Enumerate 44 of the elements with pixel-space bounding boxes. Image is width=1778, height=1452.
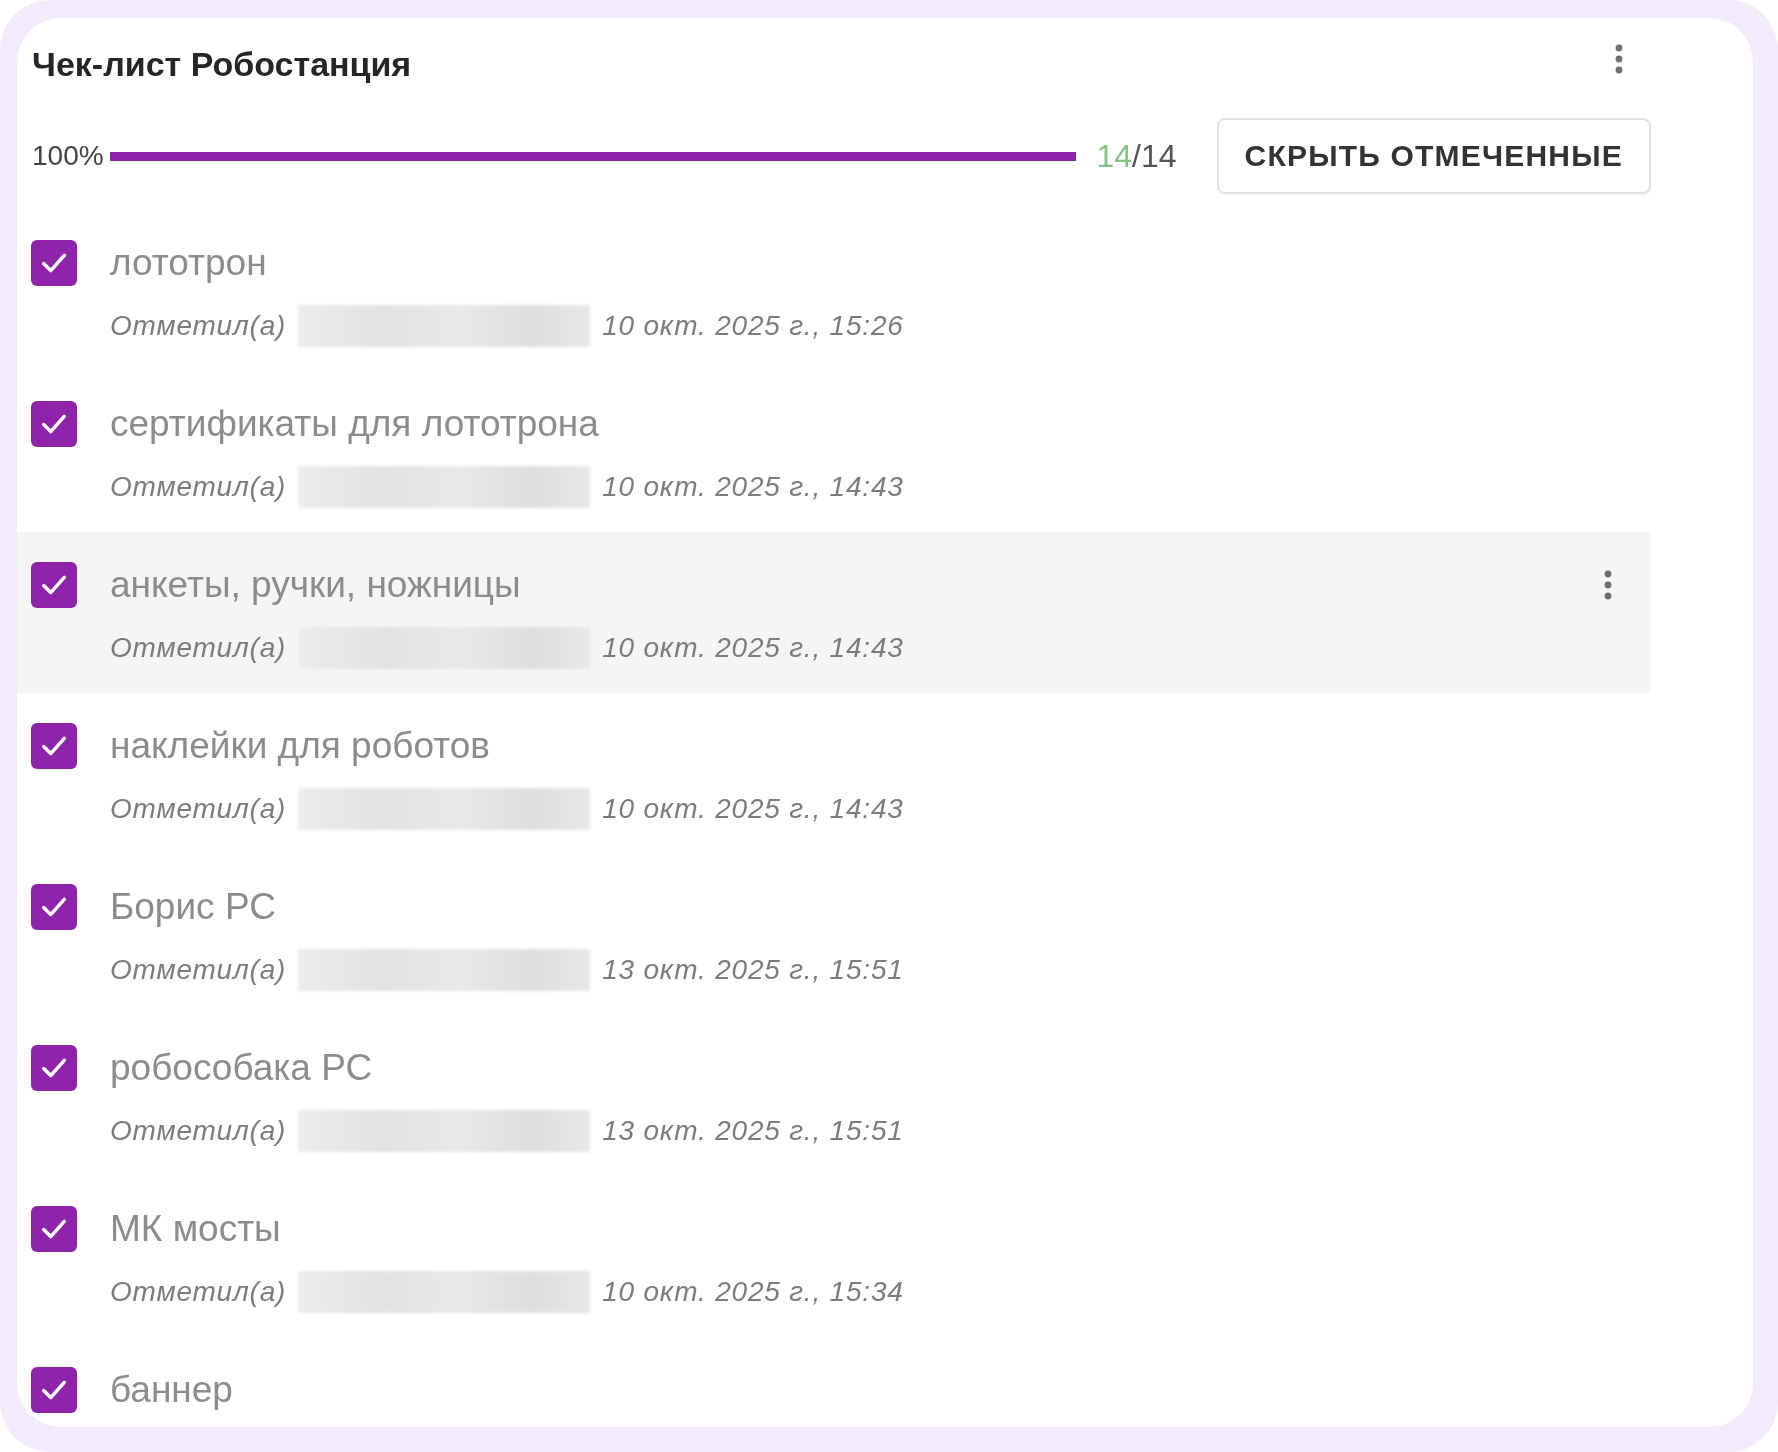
- checked-date: 10 окт. 2025 г., 14:43: [602, 793, 904, 825]
- checked-date: 10 окт. 2025 г., 14:43: [602, 471, 904, 503]
- item-label: баннер: [110, 1369, 233, 1411]
- checked-by-label: Отметил(а): [110, 793, 287, 825]
- item-label: лототрон: [110, 242, 267, 284]
- checked-date: 10 окт. 2025 г., 15:26: [602, 310, 904, 342]
- more-vertical-icon: [1604, 570, 1612, 600]
- item-label: сертификаты для лототрона: [110, 403, 599, 445]
- checkmark-icon: [41, 896, 67, 918]
- checked-by-label: Отметил(а): [110, 632, 287, 664]
- checkmark-icon: [41, 1379, 67, 1401]
- checked-date: 10 окт. 2025 г., 15:34: [602, 1276, 904, 1308]
- item-label: анкеты, ручки, ножницы: [110, 564, 521, 606]
- hide-checked-button[interactable]: СКРЫТЬ ОТМЕЧЕННЫЕ: [1216, 118, 1651, 194]
- checkbox[interactable]: [31, 723, 77, 769]
- item-label: МК мосты: [110, 1208, 281, 1250]
- checkmark-icon: [41, 1218, 67, 1240]
- checked-by-label: Отметил(а): [110, 1276, 287, 1308]
- checkbox[interactable]: [31, 1045, 77, 1091]
- checkmark-icon: [41, 413, 67, 435]
- item-label: робособака РС: [110, 1047, 373, 1089]
- checked-date: 13 окт. 2025 г., 15:51: [602, 1115, 904, 1147]
- more-vertical-icon: [1615, 44, 1623, 74]
- progress-percent: 100%: [32, 140, 104, 172]
- checked-date: 13 окт. 2025 г., 15:51: [602, 954, 904, 986]
- checkmark-icon: [41, 574, 67, 596]
- checkbox[interactable]: [31, 240, 77, 286]
- checked-by-label: Отметил(а): [110, 954, 287, 986]
- checkbox[interactable]: [31, 401, 77, 447]
- checkmark-icon: [41, 735, 67, 757]
- item-label: наклейки для роботов: [110, 725, 490, 767]
- checkmark-icon: [41, 1057, 67, 1079]
- checked-by-label: Отметил(а): [110, 310, 287, 342]
- checklist-title: Чек-лист Робостанция: [32, 44, 412, 84]
- checkbox[interactable]: [31, 562, 77, 608]
- checked-by-label: Отметил(а): [110, 1115, 287, 1147]
- checked-by-label: Отметил(а): [110, 471, 287, 503]
- checkbox[interactable]: [31, 1206, 77, 1252]
- progress-count: 14/14: [1096, 137, 1177, 175]
- checkmark-icon: [41, 252, 67, 274]
- checkbox[interactable]: [31, 884, 77, 930]
- checked-date: 10 окт. 2025 г., 14:43: [602, 632, 904, 664]
- item-label: Борис РС: [110, 886, 276, 928]
- checkbox[interactable]: [31, 1367, 77, 1413]
